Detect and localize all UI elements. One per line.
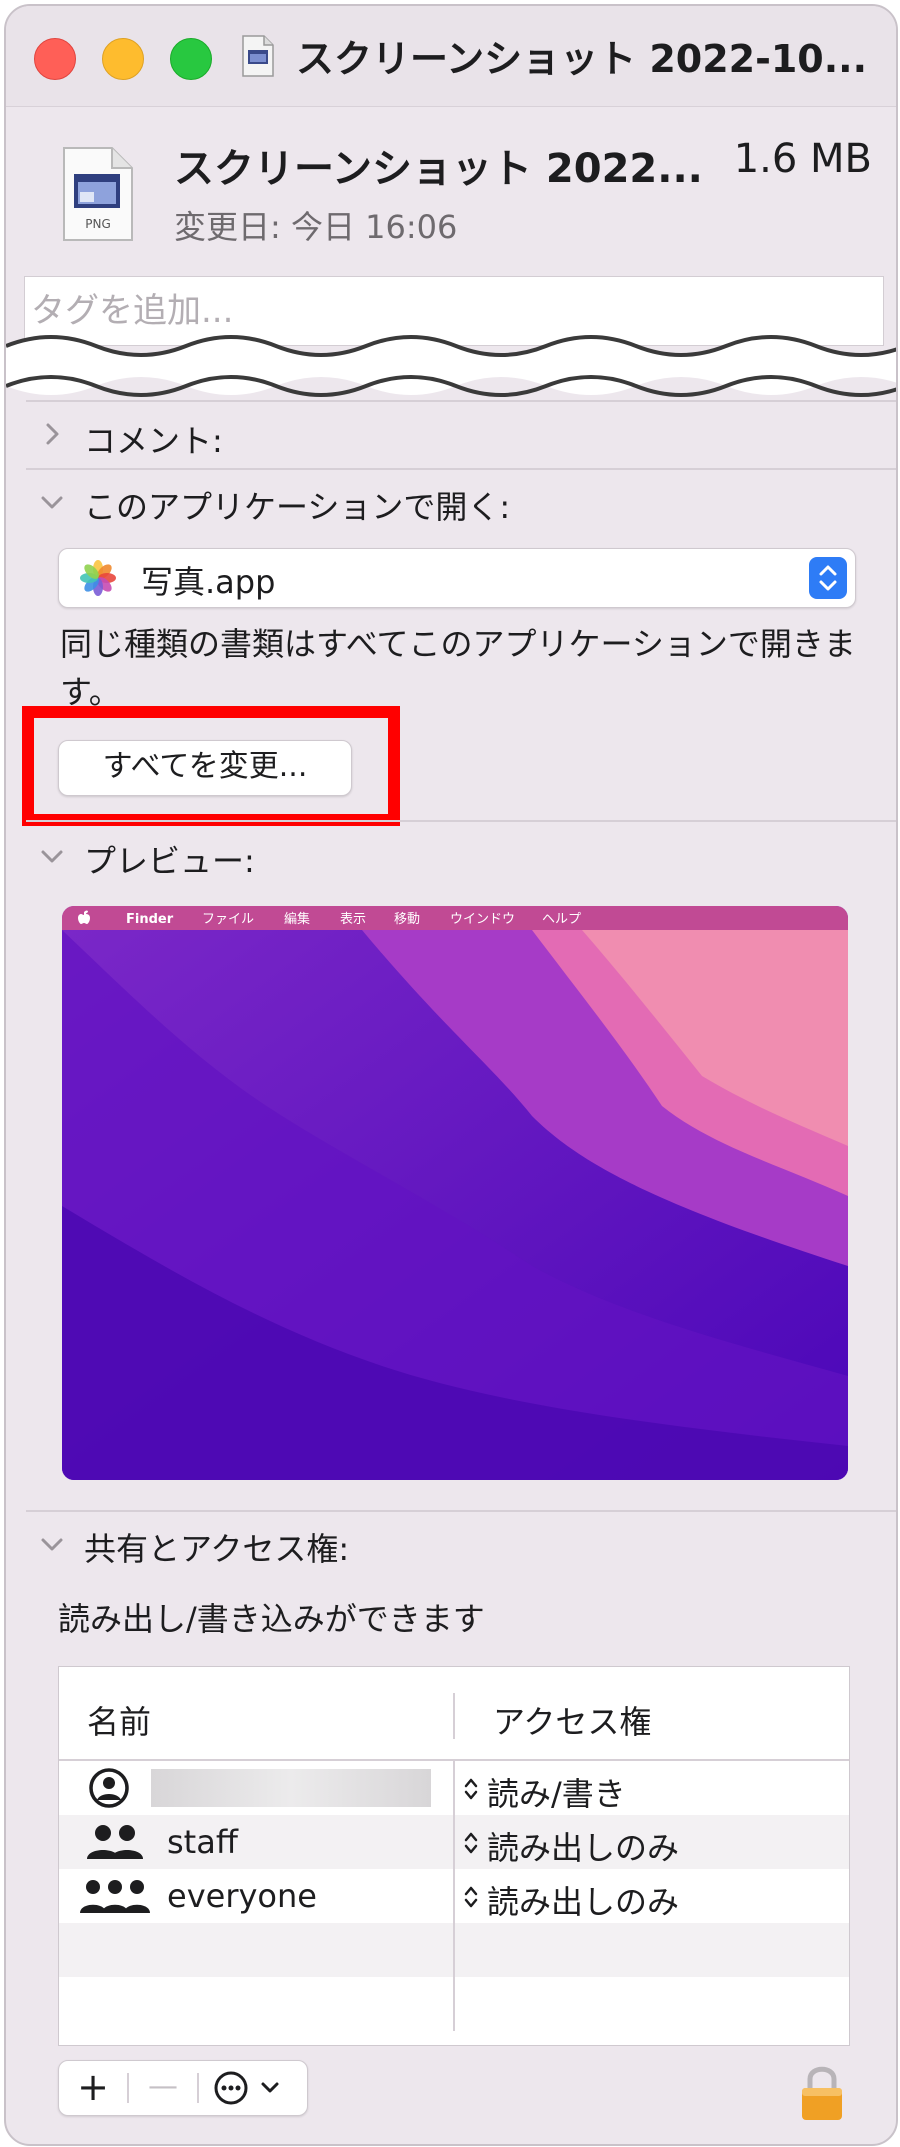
preview-menu-view: 表示 [340, 912, 366, 927]
separator [26, 1510, 896, 1512]
permission-value[interactable]: 読み/書き [487, 1769, 626, 1815]
open-with-description: 同じ種類の書類はすべてこのアプリケーションで開きます。 [60, 625, 856, 711]
action-menu-button[interactable] [207, 2069, 297, 2107]
title-bar: スクリーンショット 2022-10... [6, 6, 896, 107]
chevron-down-icon[interactable] [38, 488, 66, 516]
section-open-with[interactable]: このアプリケーションで開く: [84, 482, 510, 528]
everyone-icon [80, 1880, 150, 1913]
group-name: staff [167, 1823, 238, 1861]
preview-menu-go: 移動 [394, 912, 420, 927]
permissions-toolbar: + — [58, 2060, 308, 2116]
column-divider [453, 1869, 455, 1923]
section-comments[interactable]: コメント: [84, 416, 223, 462]
updown-arrows-icon[interactable] [461, 1775, 481, 1803]
preview-menu-finder: Finder [126, 912, 174, 927]
minimize-button[interactable] [102, 38, 144, 80]
preview-menu-file: ファイル [202, 912, 254, 927]
separator [26, 468, 896, 470]
modified-date: 変更日: 今日 16:06 [174, 208, 458, 246]
preview-menu-edit: 編集 [284, 911, 310, 927]
remove-button[interactable]: — [129, 2061, 197, 2115]
photos-app-icon [80, 560, 116, 596]
table-row[interactable]: staff 読み出しのみ [59, 1815, 849, 1869]
column-divider [453, 1815, 455, 1869]
preview-image: Finder ファイル 編集 表示 移動 ウインドウ ヘルプ [62, 906, 848, 1480]
column-header-permission[interactable]: アクセス権 [493, 1697, 651, 1743]
permission-value[interactable]: 読み出しのみ [487, 1877, 679, 1923]
chevron-down-icon [261, 2082, 279, 2093]
preview-menu-window: ウインドウ [450, 912, 515, 927]
column-divider [453, 1693, 455, 1739]
column-divider [453, 1761, 455, 1815]
app-popup-button[interactable]: 写真.app [58, 548, 856, 608]
info-window: スクリーンショット 2022-10... PNG スクリーンショット 2022.… [4, 4, 898, 2146]
file-type-label: PNG [85, 217, 111, 231]
column-divider [453, 1977, 455, 2031]
wallpaper-preview: Finder ファイル 編集 表示 移動 ウインドウ ヘルプ [62, 906, 848, 1480]
content-break [6, 335, 896, 397]
user-icon [89, 1768, 129, 1808]
window-title: スクリーンショット 2022-10... [296, 37, 868, 81]
chevron-down-icon[interactable] [38, 842, 66, 870]
toolbar-divider [197, 2073, 199, 2103]
section-sharing[interactable]: 共有とアクセス権: [84, 1524, 349, 1570]
preview-menu-help: ヘルプ [542, 912, 581, 927]
column-divider [453, 1923, 455, 1977]
table-row[interactable]: everyone 読み出しのみ [59, 1869, 849, 1923]
group-icon [87, 1825, 143, 1859]
chevron-down-icon[interactable] [38, 1530, 66, 1558]
png-file-icon: PNG [63, 147, 133, 241]
zoom-button[interactable] [170, 38, 212, 80]
table-row-empty [59, 1977, 849, 2031]
separator [26, 400, 896, 402]
file-name: スクリーンショット 2022... [174, 146, 703, 192]
lock-icon[interactable] [798, 2062, 846, 2122]
file-size: 1.6 MB [733, 136, 872, 182]
access-status: 読み出し/書き込みができます [58, 1600, 485, 1638]
updown-arrows-icon[interactable] [461, 1829, 481, 1857]
permissions-table: 名前 アクセス権 読み/書き staff 読み出しのみ everyone 読み出… [58, 1666, 850, 2046]
table-row[interactable]: 読み/書き [59, 1761, 849, 1815]
document-icon [242, 35, 274, 77]
add-button[interactable]: + [59, 2061, 127, 2115]
column-header-name[interactable]: 名前 [87, 1697, 151, 1743]
updown-arrows-icon[interactable] [461, 1883, 481, 1911]
group-name: everyone [167, 1877, 317, 1915]
selected-app-name: 写真.app [141, 563, 276, 601]
section-preview[interactable]: プレビュー: [84, 836, 255, 882]
close-button[interactable] [34, 38, 76, 80]
user-name-redacted [151, 1769, 431, 1807]
table-row-empty [59, 1923, 849, 1977]
permission-value[interactable]: 読み出しのみ [487, 1823, 679, 1869]
popup-arrows-icon [809, 557, 847, 599]
annotation-highlight-box [22, 706, 400, 826]
chevron-right-icon[interactable] [38, 420, 66, 448]
separator [26, 820, 896, 822]
